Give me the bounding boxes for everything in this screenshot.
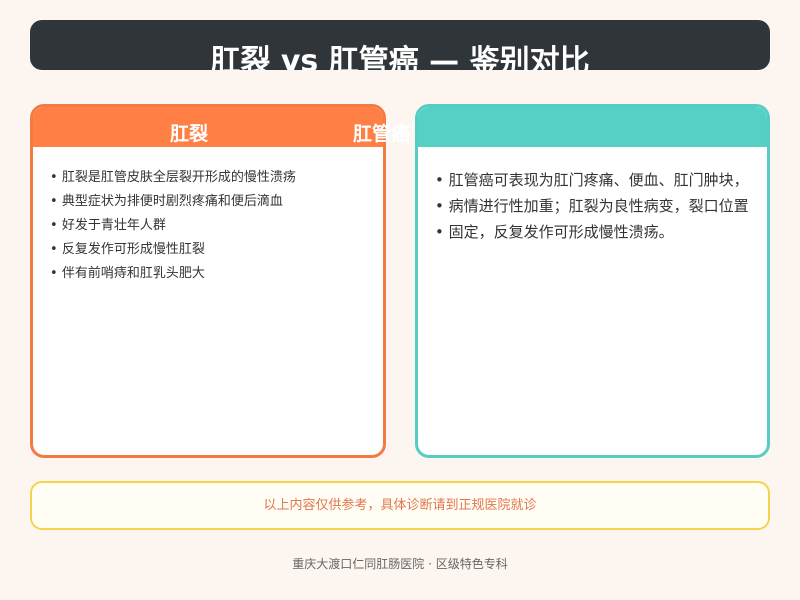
disclaimer-text: 以上内容仅供参考，具体诊断请到正规医院就诊 [263, 498, 537, 513]
fissure-card-title: 肛裂 [170, 123, 209, 145]
list-item: 固定，反复发作可形成慢性溃疡。 [435, 219, 749, 245]
fissure-list: 肛裂是肛管皮肤全层裂开形成的慢性溃疡 典型症状为排便时剧烈疼痛和便后滴血 好发于… [50, 166, 296, 286]
disclaimer-box: 以上内容仅供参考，具体诊断请到正规医院就诊 [30, 481, 770, 530]
list-item: 典型症状为排便时剧烈疼痛和便后滴血 [50, 190, 296, 214]
fissure-card-header: 肛裂 肛管癌 [33, 107, 410, 147]
list-item: 肛裂是肛管皮肤全层裂开形成的慢性溃疡 [50, 166, 296, 190]
page-title: 肛裂 vs 肛管癌 — 鉴别对比 [210, 44, 590, 70]
list-item: 肛管癌可表现为肛门疼痛、便血、肛门肿块， [435, 167, 749, 193]
footer: 重庆大渡口仁同肛肠医院 · 区级特色专科 [292, 557, 508, 571]
cancer-card-title: 肛管癌 [353, 123, 411, 145]
list-item: 反复发作可形成慢性肛裂 [50, 238, 296, 262]
cancer-card: 肛管癌可表现为肛门疼痛、便血、肛门肿块， 病情进行性加重；肛裂为良性病变，裂口位… [415, 104, 770, 458]
cancer-list: 肛管癌可表现为肛门疼痛、便血、肛门肿块， 病情进行性加重；肛裂为良性病变，裂口位… [435, 167, 749, 245]
list-item: 伴有前哨痔和肛乳头肥大 [50, 262, 296, 286]
list-item: 病情进行性加重；肛裂为良性病变，裂口位置 [435, 193, 749, 219]
title-bar: 肛裂 vs 肛管癌 — 鉴别对比 [30, 20, 770, 70]
cancer-card-header [418, 107, 767, 147]
list-item: 好发于青壮年人群 [50, 214, 296, 238]
fissure-card: 肛裂 肛管癌 肛裂是肛管皮肤全层裂开形成的慢性溃疡 典型症状为排便时剧烈疼痛和便… [30, 104, 410, 458]
